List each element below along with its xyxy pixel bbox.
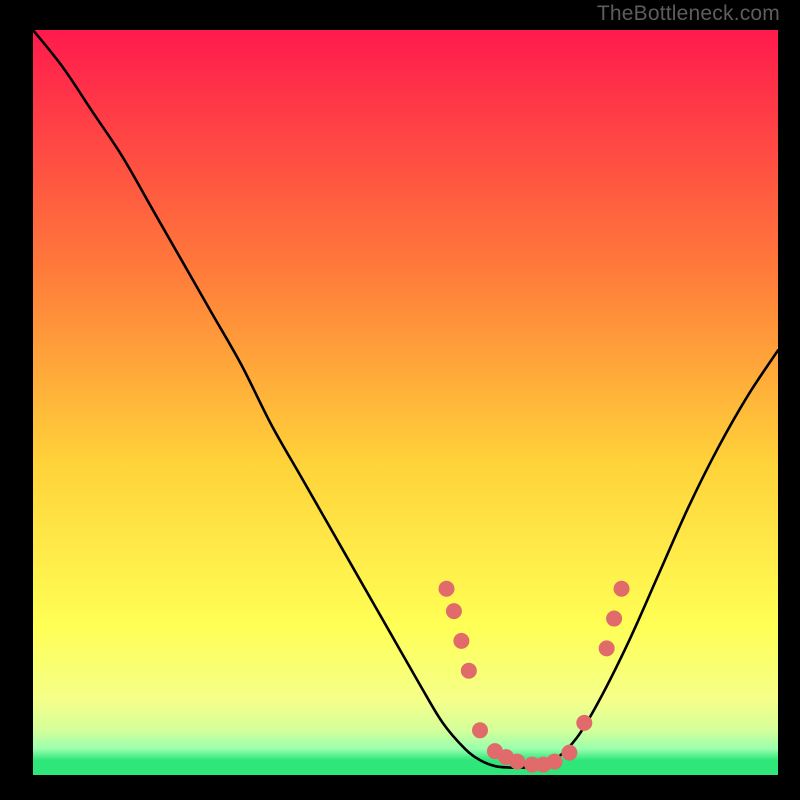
highlight-dot [547,754,563,770]
watermark-text: TheBottleneck.com [597,2,780,26]
highlight-dot [453,633,469,649]
highlight-dot [576,715,592,731]
highlight-dot [438,581,454,597]
chart-frame: TheBottleneck.com [0,0,800,800]
highlight-dot [461,663,477,679]
gradient-background [33,30,778,775]
highlight-dot [599,640,615,656]
plot-area [33,30,778,775]
highlight-dot [614,581,630,597]
highlight-dot [446,603,462,619]
highlight-dot [472,722,488,738]
chart-svg [33,30,778,775]
highlight-dot [606,611,622,627]
highlight-dot [561,745,577,761]
highlight-dot [509,754,525,770]
